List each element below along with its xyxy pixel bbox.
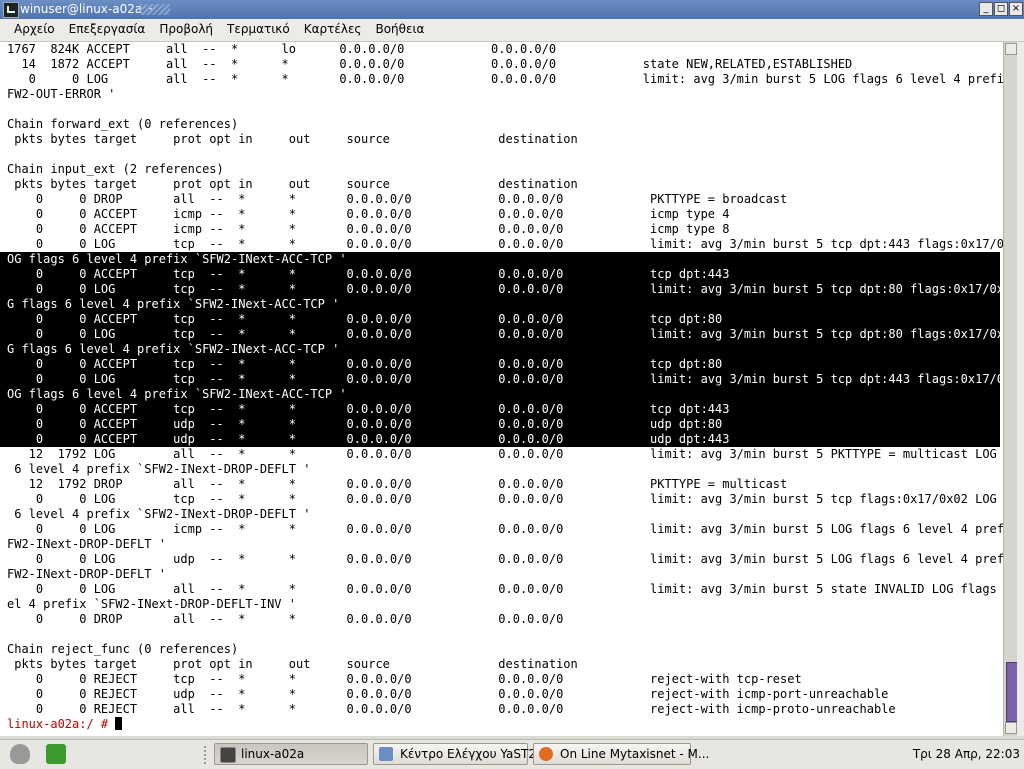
terminal-line: 6 level 4 prefix `SFW2-INext-DROP-DEFLT … xyxy=(7,507,311,521)
terminal-line: OG flags 6 level 4 prefix `SFW2-INext-AC… xyxy=(0,387,1000,402)
menu-file[interactable]: Αρχείο xyxy=(0,19,62,41)
terminal-line: 0 0 DROP all -- * * 0.0.0.0/0 0.0.0.0/0 … xyxy=(7,192,788,206)
terminal-icon xyxy=(220,747,236,763)
terminal-line: 0 0 LOG all -- * * 0.0.0.0/0 0.0.0.0/0 l… xyxy=(7,72,1003,86)
terminal-line: 0 0 REJECT tcp -- * * 0.0.0.0/0 0.0.0.0/… xyxy=(7,672,802,686)
scroll-up-arrow-icon[interactable] xyxy=(1005,43,1017,55)
terminal-line: FW2-INext-DROP-DEFLT ' xyxy=(7,567,166,581)
task-terminal[interactable]: linux-a02a xyxy=(214,743,368,765)
terminal-line: 0 0 REJECT udp -- * * 0.0.0.0/0 0.0.0.0/… xyxy=(7,687,889,701)
clock[interactable]: Τρι 28 Απρ, 22:03 xyxy=(913,747,1020,761)
terminal-line: 12 1792 LOG all -- * * 0.0.0.0/0 0.0.0.0… xyxy=(7,447,1003,461)
terminal-line: el 4 prefix `SFW2-INext-DROP-DEFLT-INV ' xyxy=(7,597,296,611)
prompt-line[interactable]: linux-a02a:/ # xyxy=(7,717,1003,732)
terminal-line: OG flags 6 level 4 prefix `SFW2-INext-AC… xyxy=(0,252,1000,267)
terminal-line: 0 0 LOG all -- * * 0.0.0.0/0 0.0.0.0/0 l… xyxy=(7,582,1003,596)
terminal-line: G flags 6 level 4 prefix `SFW2-INext-ACC… xyxy=(0,342,1000,357)
terminal-line: 6 level 4 prefix `SFW2-INext-DROP-DEFLT … xyxy=(7,462,311,476)
terminal-line: Chain reject_func (0 references) xyxy=(7,642,239,656)
terminal-line: 0 0 LOG tcp -- * * 0.0.0.0/0 0.0.0.0/0 l… xyxy=(7,237,1003,251)
terminal-line: 1767 824K ACCEPT all -- * lo 0.0.0.0/0 0… xyxy=(7,42,557,56)
terminal-line: 0 0 ACCEPT tcp -- * * 0.0.0.0/0 0.0.0.0/… xyxy=(0,312,1000,327)
menu-bar: Αρχείο Επεξεργασία Προβολή Τερματικό Καρτέλε… xyxy=(0,19,1024,42)
start-menu-foot-icon[interactable] xyxy=(10,744,30,764)
terminal-line: Chain input_ext (2 references) xyxy=(7,162,224,176)
shell-prompt: linux-a02a:/ # xyxy=(7,717,116,731)
window-titlebar[interactable]: winuser@linux-a02a:~ _ ◻ × xyxy=(0,0,1024,19)
terminal-line: 0 0 DROP all -- * * 0.0.0.0/0 0.0.0.0/0 xyxy=(7,612,564,626)
window-frame xyxy=(1017,42,1024,736)
text-cursor xyxy=(115,717,123,730)
terminal-app-icon[interactable] xyxy=(3,2,19,18)
menu-help[interactable]: Βοήθεια xyxy=(368,19,431,41)
scroll-down-arrow-icon[interactable] xyxy=(1005,722,1017,734)
menu-edit[interactable]: Επεξεργασία xyxy=(62,19,153,41)
task-label: On Line Mytaxisnet - M... xyxy=(560,747,710,761)
terminal-line: 0 0 ACCEPT icmp -- * * 0.0.0.0/0 0.0.0.0… xyxy=(7,207,730,221)
terminal-line: G flags 6 level 4 prefix `SFW2-INext-ACC… xyxy=(0,297,1000,312)
yast-icon xyxy=(379,747,393,761)
taskbar: linux-a02a Κέντρο Ελέγχου YaST2 On Line … xyxy=(0,739,1024,769)
terminal-scrollbar[interactable] xyxy=(1003,42,1018,736)
terminal-output[interactable]: 1767 824K ACCEPT all -- * lo 0.0.0.0/0 0… xyxy=(0,42,1003,736)
terminal-line: 0 0 ACCEPT tcp -- * * 0.0.0.0/0 0.0.0.0/… xyxy=(0,402,1000,417)
firefox-icon xyxy=(539,747,553,761)
terminal-line: FW2-OUT-ERROR ' xyxy=(7,87,116,101)
menu-tabs[interactable]: Καρτέλες xyxy=(297,19,369,41)
menu-view[interactable]: Προβολή xyxy=(152,19,220,41)
terminal-line: 14 1872 ACCEPT all -- * * 0.0.0.0/0 0.0.… xyxy=(7,57,853,71)
terminal-line: 0 0 LOG udp -- * * 0.0.0.0/0 0.0.0.0/0 l… xyxy=(7,552,1003,566)
task-label: Κέντρο Ελέγχου YaST2 xyxy=(400,747,536,761)
terminal-line: 0 0 LOG icmp -- * * 0.0.0.0/0 0.0.0.0/0 … xyxy=(7,522,1003,536)
terminal-line: 0 0 ACCEPT tcp -- * * 0.0.0.0/0 0.0.0.0/… xyxy=(0,357,1000,372)
window-title: winuser@linux-a02a:~ xyxy=(20,2,157,16)
terminal-line: pkts bytes target prot opt in out source… xyxy=(7,132,578,146)
terminal-line: 12 1792 DROP all -- * * 0.0.0.0/0 0.0.0.… xyxy=(7,477,788,491)
launcher-run-icon[interactable] xyxy=(46,744,66,764)
terminal-line: 0 0 ACCEPT icmp -- * * 0.0.0.0/0 0.0.0.0… xyxy=(7,222,730,236)
terminal-line: 0 0 LOG tcp -- * * 0.0.0.0/0 0.0.0.0/0 l… xyxy=(7,492,1003,506)
terminal-line: 0 0 REJECT all -- * * 0.0.0.0/0 0.0.0.0/… xyxy=(7,702,896,716)
taskbar-grip xyxy=(204,746,210,764)
minimize-button[interactable]: _ xyxy=(979,2,993,16)
terminal-line: 0 0 LOG tcp -- * * 0.0.0.0/0 0.0.0.0/0 l… xyxy=(0,282,1003,297)
terminal-line: pkts bytes target prot opt in out source… xyxy=(7,657,578,671)
titlebar-grip xyxy=(140,4,170,15)
task-label: linux-a02a xyxy=(241,747,305,761)
terminal-line: 0 0 ACCEPT udp -- * * 0.0.0.0/0 0.0.0.0/… xyxy=(0,417,1000,432)
terminal-line: FW2-INext-DROP-DEFLT ' xyxy=(7,537,166,551)
maximize-button[interactable]: ◻ xyxy=(994,2,1008,16)
terminal-line: 0 0 ACCEPT udp -- * * 0.0.0.0/0 0.0.0.0/… xyxy=(0,432,1000,447)
terminal-line: 0 0 LOG tcp -- * * 0.0.0.0/0 0.0.0.0/0 l… xyxy=(0,327,1003,342)
close-button[interactable]: × xyxy=(1009,2,1023,16)
menu-terminal[interactable]: Τερματικό xyxy=(220,19,297,41)
terminal-line: Chain forward_ext (0 references) xyxy=(7,117,239,131)
terminal-line: pkts bytes target prot opt in out source… xyxy=(7,177,578,191)
terminal-line: 0 0 LOG tcp -- * * 0.0.0.0/0 0.0.0.0/0 l… xyxy=(0,372,1003,387)
task-yast[interactable]: Κέντρο Ελέγχου YaST2 xyxy=(373,743,536,765)
task-firefox[interactable]: On Line Mytaxisnet - M... xyxy=(533,743,709,765)
terminal-line: 0 0 ACCEPT tcp -- * * 0.0.0.0/0 0.0.0.0/… xyxy=(0,267,1000,282)
